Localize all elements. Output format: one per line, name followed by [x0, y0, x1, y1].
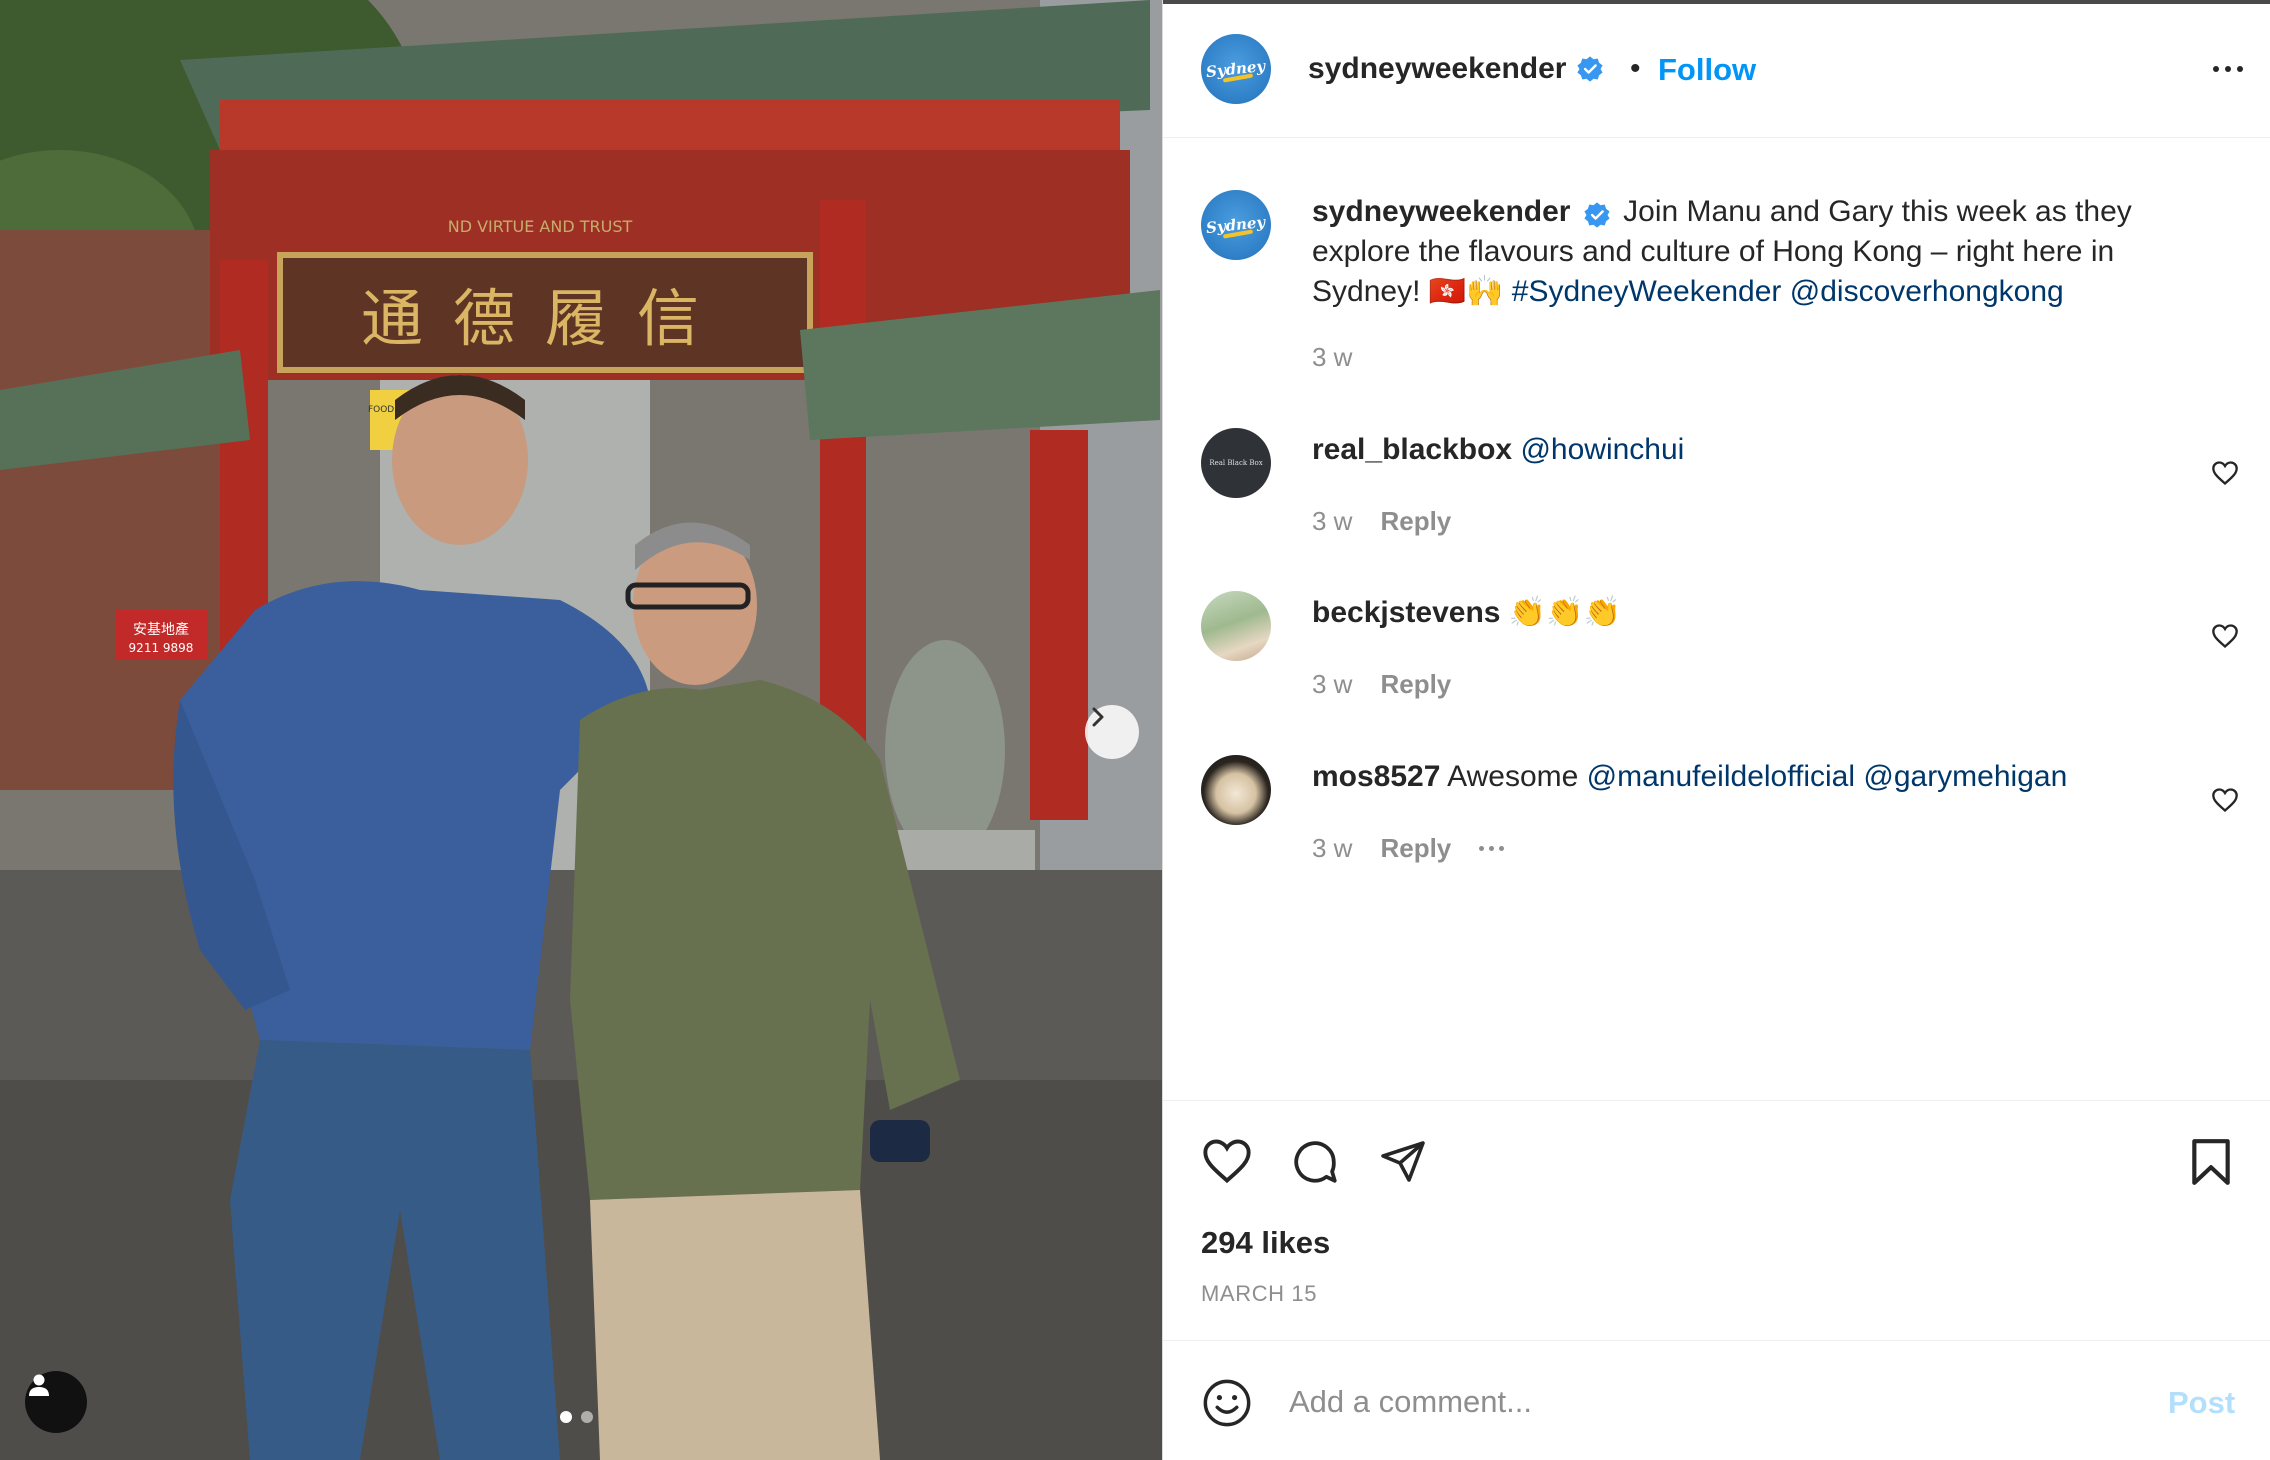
caption-row: Sydney sydneyweekender Join Manu and Gar… — [1163, 190, 2270, 380]
bookmark-icon[interactable] — [2188, 1137, 2234, 1187]
heart-icon[interactable] — [1201, 1137, 1253, 1185]
reply-button[interactable]: Reply — [1380, 669, 1451, 700]
post-side-panel: Sydney sydneyweekender • Follow Sydney s… — [1162, 0, 2270, 1460]
comment-item: mos8527 Awesome @manufeildelofficial @ga… — [1163, 755, 2270, 875]
more-dot-2 — [1489, 846, 1495, 851]
comment-like-icon[interactable] — [2211, 460, 2239, 486]
comment-text: beckjstevens 👏👏👏 — [1312, 593, 2200, 633]
post-photo: 通德履信 ND VIRTUE AND TRUST FOOD HALL 安基地產 … — [0, 0, 1162, 1460]
caption-meta: 3 w — [1312, 342, 1352, 373]
comment-input[interactable] — [1289, 1377, 2069, 1427]
header-separator: • — [1630, 52, 1641, 85]
verified-icon — [1577, 56, 1604, 82]
gate-sign-text: 通德履信 — [361, 282, 729, 355]
commenter-avatar[interactable] — [1201, 755, 1271, 825]
carousel-indicator — [560, 1411, 593, 1423]
next-photo-button[interactable] — [1085, 705, 1139, 759]
caption-time[interactable]: 3 w — [1312, 342, 1352, 373]
shop-sign-text: 安基地產 — [133, 621, 189, 638]
comment-meta: 3 w Reply — [1312, 669, 1451, 700]
post-comment-button[interactable]: Post — [2168, 1385, 2235, 1421]
carousel-dot-2 — [581, 1411, 593, 1423]
action-bar: 294 likes MARCH 15 — [1163, 1100, 2270, 1340]
more-icon — [2213, 66, 2219, 72]
photo-scene: 通德履信 ND VIRTUE AND TRUST FOOD HALL 安基地產 … — [0, 0, 1162, 1460]
share-icon[interactable] — [1377, 1137, 1429, 1185]
post-header: Sydney sydneyweekender • Follow — [1163, 4, 2270, 138]
carousel-dot-1 — [560, 1411, 572, 1423]
comment-item: Real Black Box real_blackbox @howinchui … — [1163, 428, 2270, 548]
commenter-username[interactable]: beckjstevens — [1312, 596, 1500, 629]
comment-item: beckjstevens 👏👏👏 3 w Reply — [1163, 591, 2270, 711]
comment-body: Awesome — [1447, 760, 1579, 793]
comment-text: real_blackbox @howinchui — [1312, 430, 2200, 470]
post-date: MARCH 15 — [1201, 1281, 1318, 1306]
author-avatar[interactable]: Sydney — [1201, 34, 1271, 104]
verified-icon — [1584, 202, 1610, 228]
tagged-users-button[interactable] — [25, 1371, 87, 1433]
comment-composer: Post — [1163, 1340, 2270, 1460]
author-username[interactable]: sydneyweekender — [1308, 52, 1566, 86]
tagged-user-icon — [29, 1374, 49, 1396]
reply-button[interactable]: Reply — [1380, 506, 1451, 537]
comment-body: 👏👏👏 — [1508, 596, 1621, 629]
comment-time[interactable]: 3 w — [1312, 669, 1352, 700]
commenter-avatar-text: Real Black Box — [1209, 458, 1263, 467]
comment-like-icon[interactable] — [2211, 623, 2239, 649]
caption-text: sydneyweekender Join Manu and Gary this … — [1312, 192, 2200, 312]
caption-avatar[interactable]: Sydney — [1201, 190, 1271, 260]
commenter-avatar[interactable]: Real Black Box — [1201, 428, 1271, 498]
comment-time[interactable]: 3 w — [1312, 833, 1352, 864]
shop-sign-phone: 9211 9898 — [129, 641, 194, 655]
gate-sign-upper: ND VIRTUE AND TRUST — [448, 217, 633, 236]
more-dot-1 — [1479, 846, 1485, 851]
comment-meta: 3 w Reply — [1312, 833, 1505, 864]
comment-icon[interactable] — [1289, 1137, 1341, 1187]
more-options-button[interactable] — [2203, 54, 2253, 84]
comment-more-button[interactable] — [1479, 846, 1505, 851]
comment-meta: 3 w Reply — [1312, 506, 1451, 537]
comment-mention[interactable]: @howinchui — [1520, 433, 1684, 466]
more-dot-3 — [1499, 846, 1505, 851]
comment-like-icon[interactable] — [2211, 787, 2239, 813]
comment-mention[interactable]: @manufeildelofficial @garymehigan — [1587, 760, 2068, 793]
caption-username[interactable]: sydneyweekender — [1312, 195, 1570, 228]
likes-count[interactable]: 294 likes — [1201, 1225, 1330, 1261]
author-line: sydneyweekender — [1308, 52, 1604, 86]
follow-button[interactable]: Follow — [1658, 52, 1756, 88]
next-arrow-icon — [1092, 707, 1104, 727]
more-icon-dot — [2225, 66, 2231, 72]
caption-hashtag[interactable]: #SydneyWeekender — [1512, 275, 1782, 308]
comment-text: mos8527 Awesome @manufeildelofficial @ga… — [1312, 757, 2200, 797]
comment-time[interactable]: 3 w — [1312, 506, 1352, 537]
reply-button[interactable]: Reply — [1380, 833, 1451, 864]
commenter-avatar[interactable] — [1201, 591, 1271, 661]
caption-mention[interactable]: @discoverhongkong — [1790, 275, 2064, 308]
more-icon-dot — [2237, 66, 2243, 72]
commenter-username[interactable]: real_blackbox — [1312, 433, 1512, 466]
commenter-username[interactable]: mos8527 — [1312, 760, 1440, 793]
emoji-icon[interactable] — [1201, 1377, 1253, 1429]
